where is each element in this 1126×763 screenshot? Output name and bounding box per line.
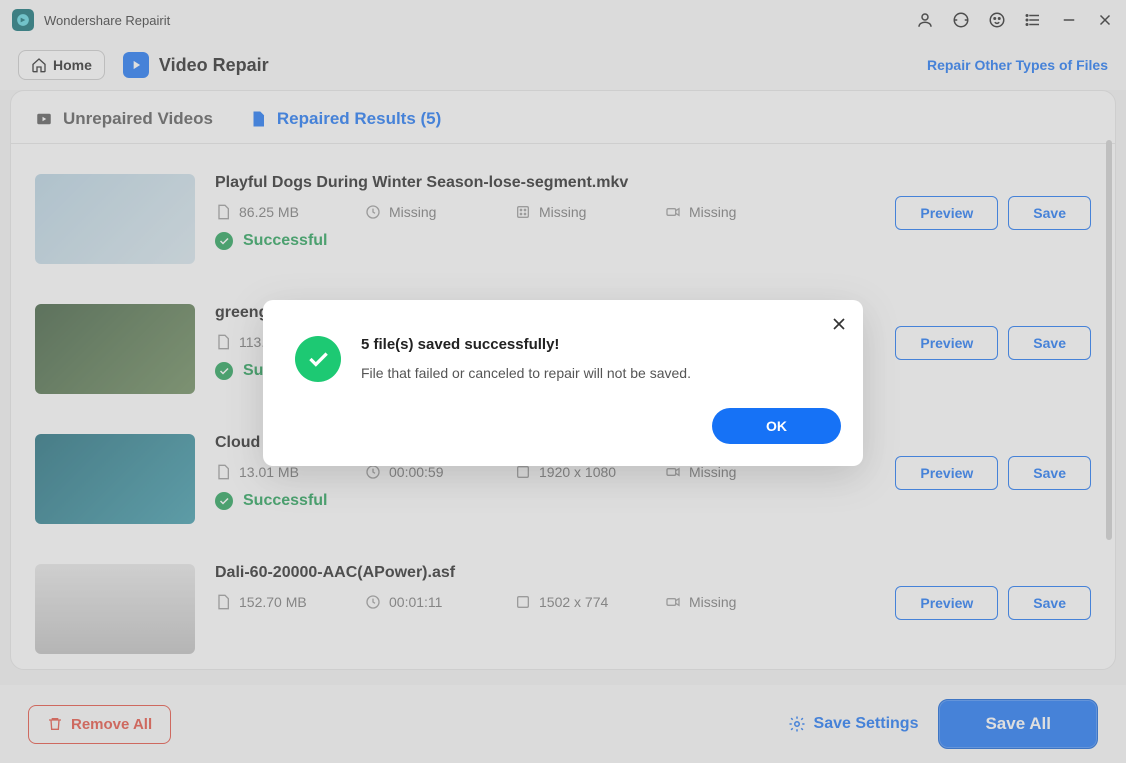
close-icon [829,314,849,334]
modal-subtitle: File that failed or canceled to repair w… [361,365,691,381]
modal-ok-button[interactable]: OK [712,408,841,444]
modal: 5 file(s) saved successfully! File that … [263,300,863,466]
modal-overlay: 5 file(s) saved successfully! File that … [0,0,1126,763]
modal-title: 5 file(s) saved successfully! [361,336,691,353]
success-icon [295,336,341,382]
modal-close-button[interactable] [829,314,849,334]
